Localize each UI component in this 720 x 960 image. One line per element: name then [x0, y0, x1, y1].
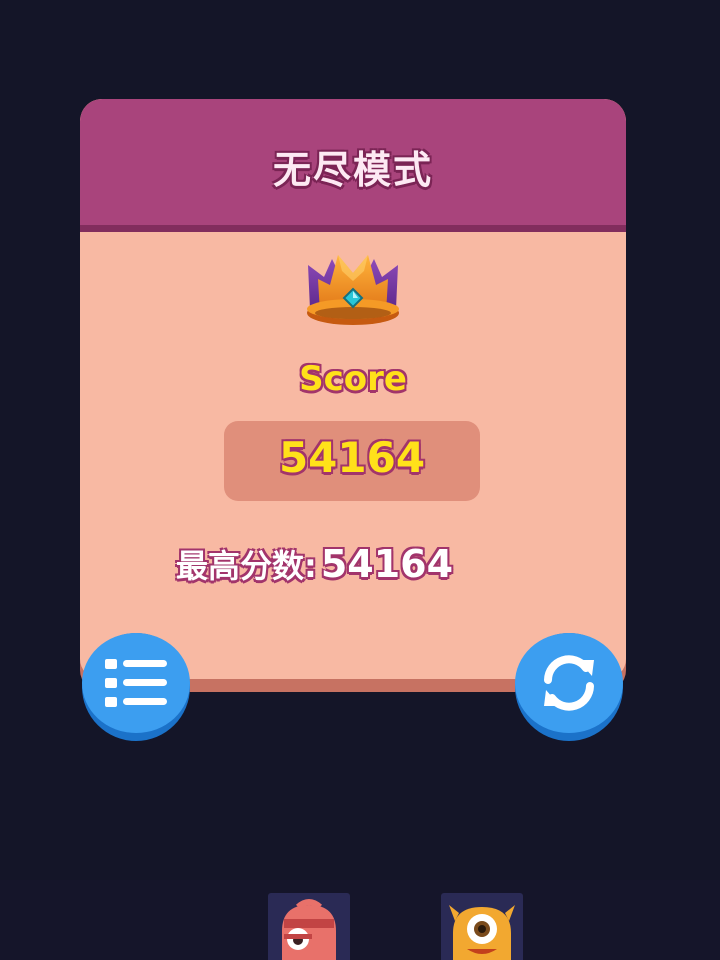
- list-menu-icon: [105, 659, 167, 707]
- restart-button[interactable]: [515, 633, 623, 741]
- menu-button[interactable]: [82, 633, 190, 741]
- restart-button-face: [515, 633, 623, 733]
- crown-icon: [307, 255, 399, 325]
- bottom-bar: [0, 880, 720, 960]
- score-value: 54164: [278, 433, 426, 482]
- mode-title: 无尽模式: [272, 148, 433, 192]
- result-panel: 无尽模式 Score 54164 最高分数: 54164: [80, 99, 626, 692]
- character-tile-red[interactable]: [268, 893, 350, 960]
- best-score-value: 54164: [320, 542, 454, 586]
- best-score-row: 最高分数: 54164: [176, 539, 453, 589]
- best-score-label: 最高分数:: [176, 547, 317, 585]
- character-tile-yellow[interactable]: [441, 893, 523, 960]
- score-label: Score: [299, 359, 407, 399]
- score-box: 54164: [224, 421, 480, 501]
- panel-header: 无尽模式: [80, 99, 626, 232]
- refresh-icon: [544, 655, 594, 711]
- menu-button-face: [82, 633, 190, 733]
- red-monster-icon: [282, 899, 336, 960]
- yellow-monster-icon: [449, 905, 515, 960]
